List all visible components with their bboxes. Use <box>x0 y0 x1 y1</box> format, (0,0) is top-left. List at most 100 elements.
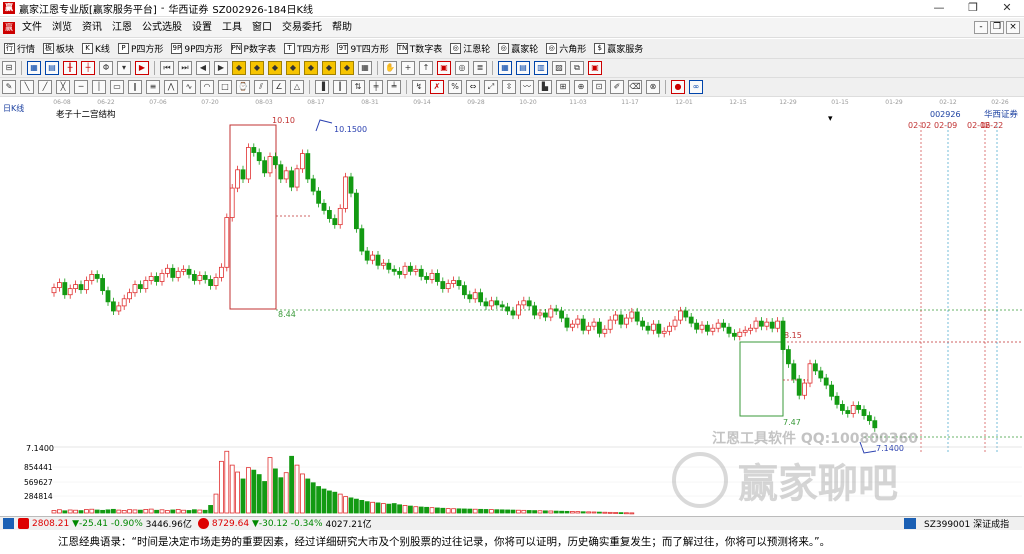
export-icon[interactable]: ▣ <box>588 61 602 75</box>
mdi-close-button[interactable]: × <box>1006 21 1020 34</box>
menu-info[interactable]: 资讯 <box>77 18 107 38</box>
gann-fan-icon[interactable]: ⋀ <box>164 80 178 94</box>
diamond-icon-6[interactable]: ◆ <box>322 61 336 75</box>
mdi-restore-button[interactable]: ❐ <box>990 21 1004 34</box>
percent-icon[interactable]: % <box>448 80 462 94</box>
database-icon[interactable]: ▥ <box>534 61 548 75</box>
mdi-minimize-button[interactable]: - <box>974 21 988 34</box>
toolbar-9t-square-button[interactable]: 9T 9T四方形 <box>333 40 392 58</box>
split-icon[interactable]: ╪ <box>369 80 383 94</box>
arc-icon[interactable]: ◠ <box>200 80 214 94</box>
crosshair-icon[interactable]: + <box>401 61 415 75</box>
diamond-icon-7[interactable]: ◆ <box>340 61 354 75</box>
layout-icon[interactable]: ⊟ <box>2 61 16 75</box>
menu-gann[interactable]: 江恩 <box>107 18 137 38</box>
wave-icon[interactable]: 〰 <box>520 80 534 94</box>
prev-icon[interactable]: ◀ <box>196 61 210 75</box>
stick-icon[interactable]: Φ <box>99 61 113 75</box>
square-icon[interactable]: □ <box>218 80 232 94</box>
box-icon[interactable]: ⊡ <box>592 80 606 94</box>
link-icon[interactable]: ⧉ <box>570 61 584 75</box>
grid-status-icon[interactable] <box>3 518 14 529</box>
cycle-icon[interactable]: ∿ <box>182 80 196 94</box>
rect-icon[interactable]: ▭ <box>110 80 124 94</box>
toolbar-winner-wheel-button[interactable]: ◎ 赢家轮 <box>494 40 542 58</box>
arrows-icon[interactable]: ↯ <box>412 80 426 94</box>
column-icon[interactable]: ┃ <box>333 80 347 94</box>
diamond-icon-3[interactable]: ◆ <box>268 61 282 75</box>
layers-icon[interactable]: ≣ <box>473 61 487 75</box>
step-icon[interactable]: ╧ <box>387 80 401 94</box>
pencil2-icon[interactable]: ✐ <box>610 80 624 94</box>
eraser-icon[interactable]: ⌫ <box>628 80 642 94</box>
menu-window[interactable]: 窗口 <box>247 18 277 38</box>
minimize-button[interactable]: — <box>922 0 956 17</box>
pencil-icon[interactable]: ✎ <box>2 80 16 94</box>
line-icon[interactable]: ╲ <box>20 80 34 94</box>
toolbar-t-table-button[interactable]: TN T数字表 <box>393 40 447 58</box>
menu-file[interactable]: 文件 <box>17 18 47 38</box>
menu-trade[interactable]: 交易委托 <box>277 18 327 38</box>
sort-icon[interactable]: ⇅ <box>351 80 365 94</box>
menu-tools[interactable]: 工具 <box>217 18 247 38</box>
toolbar-hexagon-button[interactable]: ◎ 六角形 <box>542 40 590 58</box>
report-icon[interactable]: ▤ <box>516 61 530 75</box>
expand-icon[interactable]: ⇔ <box>466 80 480 94</box>
delete-icon[interactable]: ⊗ <box>646 80 660 94</box>
grid-icon[interactable]: ▦ <box>27 61 41 75</box>
menu-settings[interactable]: 设置 <box>187 18 217 38</box>
toolbar-t-square-button[interactable]: T T四方形 <box>280 40 334 58</box>
infinity-icon[interactable]: ∞ <box>689 80 703 94</box>
parallel-icon[interactable]: ∥ <box>128 80 142 94</box>
toolbar-9p-square-button[interactable]: 9P 9P四方形 <box>167 40 226 58</box>
toolbar-kline-button[interactable]: K K线 <box>78 40 114 58</box>
right-status-icon[interactable] <box>904 518 916 529</box>
stair-icon[interactable]: ▙ <box>538 80 552 94</box>
channel-icon[interactable]: ╱ <box>38 80 52 94</box>
compress-icon[interactable]: ⇳ <box>502 80 516 94</box>
toolbar-service-button[interactable]: $ 赢家服务 <box>590 40 647 58</box>
time-icon[interactable]: ⌚ <box>236 80 250 94</box>
triangle-icon[interactable]: △ <box>290 80 304 94</box>
ray-icon[interactable]: ╳ <box>56 80 70 94</box>
flag-icon[interactable]: ▶ <box>135 61 149 75</box>
arrow-up-icon[interactable]: ↑ <box>419 61 433 75</box>
chart-type-icon[interactable]: ▤ <box>45 61 59 75</box>
maximize-button[interactable]: ❐ <box>956 0 990 17</box>
diamond-icon-5[interactable]: ◆ <box>304 61 318 75</box>
toolbar-quotes-button[interactable]: 行行情 <box>0 40 39 58</box>
zoom-icon[interactable]: ⤢ <box>484 80 498 94</box>
menu-formula[interactable]: 公式选股 <box>137 18 187 38</box>
toolbar-p-square-button[interactable]: P P四方形 <box>114 40 167 58</box>
tag-icon[interactable]: ◎ <box>455 61 469 75</box>
speed-icon[interactable]: ⫽ <box>254 80 268 94</box>
hand-icon[interactable]: ✋ <box>383 61 397 75</box>
next-icon[interactable]: ▶ <box>214 61 228 75</box>
diamond-icon-2[interactable]: ◆ <box>250 61 264 75</box>
plus-range-icon[interactable]: ⊕ <box>574 80 588 94</box>
menu-browse[interactable]: 浏览 <box>47 18 77 38</box>
calculator-icon[interactable]: ▦ <box>498 61 512 75</box>
toolbar-gann-wheel-button[interactable]: ◎ 江恩轮 <box>446 40 494 58</box>
fib-icon[interactable]: ≡ <box>146 80 160 94</box>
color-icon[interactable]: ● <box>671 80 685 94</box>
dropdown-icon[interactable]: ▾ <box>117 61 131 75</box>
hline-icon[interactable]: ─ <box>74 80 88 94</box>
sz-index-icon[interactable] <box>197 518 209 529</box>
toolbar-p-table-button[interactable]: PN P数字表 <box>227 40 280 58</box>
vline-icon[interactable]: │ <box>92 80 106 94</box>
range-icon[interactable]: ⊞ <box>556 80 570 94</box>
candle-icon[interactable]: ╫ <box>63 61 77 75</box>
menu-help[interactable]: 帮助 <box>327 18 357 38</box>
toolbar-sectors-button[interactable]: 板板块 <box>39 40 78 58</box>
angle-icon[interactable]: ∠ <box>272 80 286 94</box>
diamond-icon-1[interactable]: ◆ <box>232 61 246 75</box>
money-icon[interactable]: ▨ <box>552 61 566 75</box>
sh-index-icon[interactable] <box>18 518 29 529</box>
mark-icon[interactable]: ✗ <box>430 80 444 94</box>
last-icon[interactable]: ⏭ <box>178 61 192 75</box>
first-icon[interactable]: ⏮ <box>160 61 174 75</box>
diamond-icon-4[interactable]: ◆ <box>286 61 300 75</box>
gift-icon[interactable]: ▣ <box>437 61 451 75</box>
bar-select-icon[interactable]: ▐ <box>315 80 329 94</box>
